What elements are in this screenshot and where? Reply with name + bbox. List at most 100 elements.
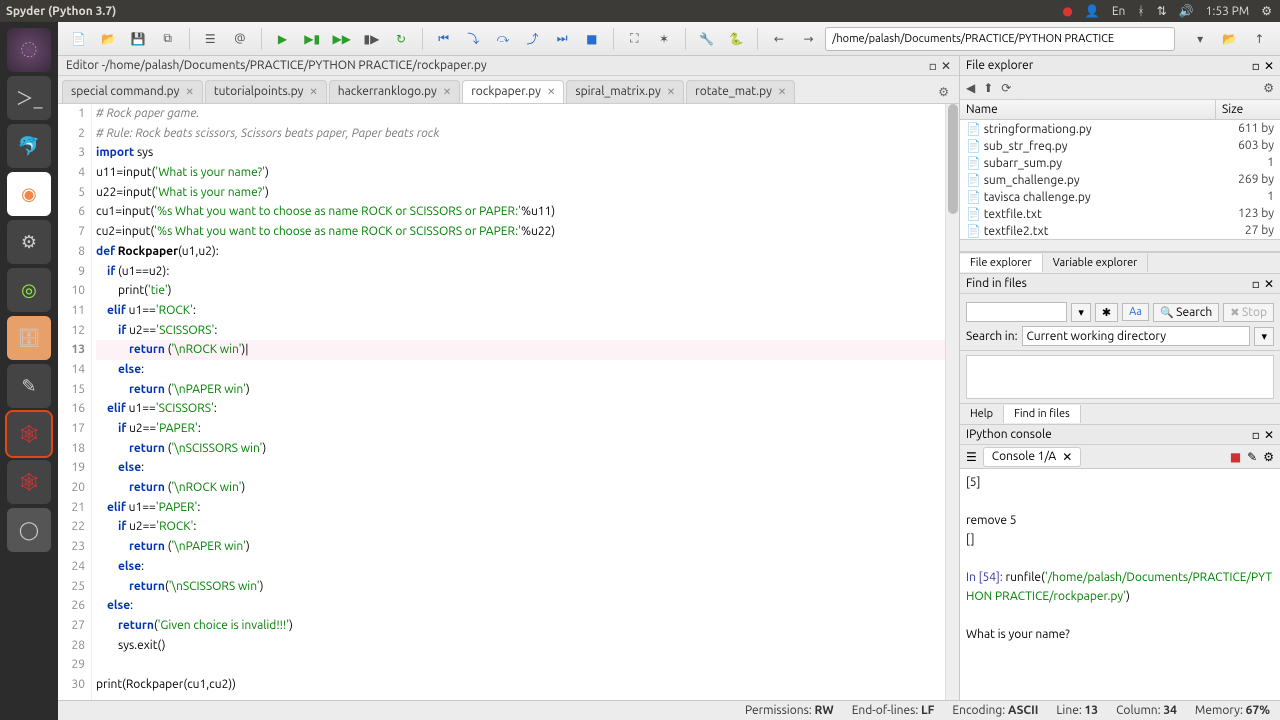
scrollbar-thumb[interactable] (948, 104, 958, 214)
console-close-icon[interactable]: ✕ (1264, 428, 1274, 442)
tab-close-icon[interactable]: ✕ (547, 86, 555, 98)
panel-close-icon[interactable]: ✕ (1264, 59, 1274, 73)
find-close-icon[interactable]: ✕ (1264, 277, 1274, 291)
preferences-icon[interactable]: 🔧 (694, 26, 720, 52)
bluetooth-icon[interactable]: ᚼ (1137, 5, 1144, 18)
gear-icon[interactable]: ⚙ (1261, 4, 1272, 18)
parent-dir-icon[interactable]: ↑ (1247, 26, 1273, 52)
console-output[interactable]: [5] remove 5 [] In [54]: runfile('/home/… (960, 469, 1280, 700)
debug-over-icon[interactable]: ⤼ (490, 26, 516, 52)
path-dropdown-icon[interactable]: ▾ (1187, 26, 1213, 52)
find-input[interactable] (966, 302, 1067, 322)
debug-into-icon[interactable]: ⤵ (460, 26, 486, 52)
tab-close-icon[interactable]: ✕ (309, 86, 317, 98)
save-all-icon[interactable]: ⧉ (155, 26, 181, 52)
code-editor[interactable]: 1234567891011121314151617181920212223242… (58, 104, 959, 700)
console-options-icon[interactable]: ⚙ (1263, 450, 1274, 464)
dock-app1-icon[interactable]: 🐬 (7, 124, 51, 168)
editor-tab[interactable]: tutorialpoints.py✕ (205, 80, 327, 103)
tab-close-icon[interactable]: ✕ (185, 86, 193, 98)
working-dir-input[interactable] (825, 27, 1175, 51)
tab-close-icon[interactable]: ✕ (443, 86, 451, 98)
console-stop-icon[interactable]: ■ (1230, 450, 1241, 464)
file-explorer-options-icon[interactable]: ⚙ (1263, 81, 1274, 95)
file-row[interactable]: 📄 sub_str_freq.py603 by (960, 137, 1280, 154)
run-cell-icon[interactable]: ▶▮ (299, 26, 325, 52)
file-row[interactable]: 📄 subarr_sum.py1 (960, 154, 1280, 171)
editor-scrollbar[interactable] (945, 104, 959, 700)
tab-help[interactable]: Help (960, 405, 1004, 423)
find-restore-icon[interactable]: ▫ (1252, 277, 1260, 291)
console-tab[interactable]: Console 1/A ✕ (983, 447, 1082, 467)
list-icon[interactable]: ☰ (197, 26, 223, 52)
file-row[interactable]: 📄 textfile2.txt27 by (960, 222, 1280, 239)
run-icon[interactable]: ▶ (270, 26, 296, 52)
tab-file-explorer[interactable]: File explorer (960, 254, 1043, 272)
nav-refresh-icon[interactable]: ⟳ (1001, 81, 1011, 95)
nav-up-icon[interactable]: ⬆ (983, 81, 993, 95)
debug-out-icon[interactable]: ⤴ (520, 26, 546, 52)
find-dropdown-icon[interactable]: ▾ (1071, 303, 1091, 322)
user-icon[interactable]: 👤 (1085, 4, 1100, 18)
console-tab-close-icon[interactable]: ✕ (1062, 450, 1072, 464)
search-button[interactable]: 🔍 Search (1153, 303, 1219, 322)
forward-arrow-icon[interactable]: → (796, 26, 822, 52)
find-case-icon[interactable]: Aa (1122, 303, 1149, 321)
file-row[interactable]: 📄 sum_challenge.py269 by (960, 171, 1280, 188)
editor-tab[interactable]: hackerranklogo.py✕ (329, 80, 460, 103)
maximize-pane-icon[interactable]: ⛶ (622, 26, 648, 52)
code-body[interactable]: # Rock paper game.# Rule: Rock beats sci… (92, 104, 945, 700)
file-row[interactable]: 📄 stringformationg.py611 by (960, 120, 1280, 137)
editor-pane-close-icon[interactable]: ✕ (941, 59, 951, 73)
editor-tab[interactable]: rockpaper.py✕ (462, 80, 564, 103)
find-regex-icon[interactable]: ✱ (1095, 303, 1118, 322)
console-clear-icon[interactable]: ✎ (1247, 450, 1257, 464)
file-row[interactable]: 📄 tavisca challenge.py1 (960, 188, 1280, 205)
search-in-input[interactable] (1022, 326, 1251, 346)
at-icon[interactable]: @ (227, 26, 253, 52)
col-name[interactable]: Name (960, 100, 1216, 119)
back-arrow-icon[interactable]: ← (766, 26, 792, 52)
tab-close-icon[interactable]: ✕ (778, 86, 786, 98)
debug-stop-icon[interactable]: ■ (579, 26, 605, 52)
file-list-hscroll[interactable] (960, 240, 1280, 252)
debug-step-icon[interactable]: ⏮ (431, 26, 457, 52)
python-path-icon[interactable]: 🐍 (723, 26, 749, 52)
col-size[interactable]: Size (1216, 100, 1280, 119)
dock-camera-icon[interactable]: ◎ (7, 268, 51, 312)
console-restore-icon[interactable]: ▫ (1252, 428, 1260, 442)
dock-chrome-icon[interactable]: ◉ (7, 172, 51, 216)
panel-restore-icon[interactable]: ▫ (1252, 59, 1260, 73)
file-row[interactable]: 📄 textfile.txt123 by (960, 205, 1280, 222)
tabs-options-icon[interactable]: ⚙ (932, 81, 955, 103)
nav-prev-icon[interactable]: ◀ (966, 81, 975, 95)
dock-files-icon[interactable]: 🗄 (7, 316, 51, 360)
browse-dir-icon[interactable]: 📂 (1217, 26, 1243, 52)
editor-pane-restore-icon[interactable]: ▫ (929, 59, 937, 73)
dock-spyder2-icon[interactable]: 🕸 (7, 460, 51, 504)
new-file-icon[interactable]: 📄 (66, 26, 92, 52)
console-menu-icon[interactable]: ☰ (966, 450, 977, 464)
debug-continue-icon[interactable]: ⏭ (549, 26, 575, 52)
dock-dash-icon[interactable]: ◌ (7, 28, 51, 72)
fullscreen-icon[interactable]: ✶ (651, 26, 677, 52)
clock[interactable]: 1:53 PM (1206, 5, 1250, 18)
volume-icon[interactable]: 🔊 (1179, 4, 1194, 18)
run-selection-icon[interactable]: ▮▶ (359, 26, 385, 52)
keyboard-lang[interactable]: En (1112, 5, 1126, 18)
open-folder-icon[interactable]: 📂 (96, 26, 122, 52)
editor-tab[interactable]: spiral_matrix.py✕ (566, 80, 684, 103)
dock-settings-icon[interactable]: ⚙ (7, 220, 51, 264)
run-cell-advance-icon[interactable]: ▶▶ (329, 26, 355, 52)
rerun-icon[interactable]: ↻ (388, 26, 414, 52)
editor-tab[interactable]: special command.py✕ (62, 80, 203, 103)
editor-tab[interactable]: rotate_mat.py✕ (686, 80, 795, 103)
dock-terminal-icon[interactable]: ＞_ (7, 76, 51, 120)
search-in-dropdown-icon[interactable]: ▾ (1254, 327, 1274, 346)
dock-app2-icon[interactable]: ◯ (7, 508, 51, 552)
dock-spyder-icon[interactable]: 🕸 (7, 412, 51, 456)
dock-text-editor-icon[interactable]: ✎ (7, 364, 51, 408)
tab-variable-explorer[interactable]: Variable explorer (1043, 254, 1149, 272)
network-icon[interactable]: ⇅ (1157, 4, 1167, 18)
tab-find-in-files[interactable]: Find in files (1004, 405, 1081, 423)
